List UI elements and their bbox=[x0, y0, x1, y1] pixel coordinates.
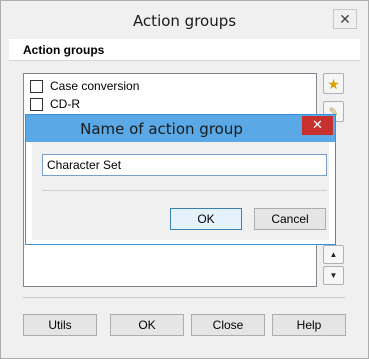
dialog-separator bbox=[42, 190, 327, 191]
close-icon[interactable]: ✕ bbox=[333, 9, 357, 29]
ok-button[interactable]: OK bbox=[110, 314, 184, 336]
window-title: Action groups bbox=[132, 12, 237, 30]
dialog-ok-button[interactable]: OK bbox=[170, 208, 242, 230]
checkbox[interactable] bbox=[30, 97, 43, 111]
dialog-titlebar: Name of action group ✕ bbox=[26, 115, 335, 142]
name-dialog: Name of action group ✕ OK Cancel bbox=[25, 114, 336, 245]
arrow-down-icon: ▼ bbox=[329, 271, 338, 280]
dialog-title: Name of action group bbox=[80, 120, 243, 138]
window-titlebar: Action groups ✕ bbox=[1, 1, 368, 39]
dialog-cancel-button[interactable]: Cancel bbox=[254, 208, 326, 230]
list-item-label: CD-R bbox=[50, 97, 80, 111]
arrow-up-icon: ▲ bbox=[329, 250, 338, 259]
move-up-button[interactable]: ▲ bbox=[323, 245, 344, 264]
close-button[interactable]: Close bbox=[191, 314, 265, 336]
list-item[interactable]: CD-R bbox=[30, 96, 80, 112]
star-icon: ★ bbox=[327, 75, 340, 92]
checkbox[interactable] bbox=[30, 79, 43, 93]
move-down-button[interactable]: ▼ bbox=[323, 266, 344, 285]
header-strip: Action groups bbox=[9, 39, 360, 61]
dialog-body: OK Cancel bbox=[32, 142, 329, 240]
section-heading: Action groups bbox=[23, 43, 105, 57]
list-item-label: Case conversion bbox=[50, 79, 140, 93]
separator bbox=[23, 297, 345, 298]
dialog-close-icon[interactable]: ✕ bbox=[302, 116, 333, 135]
utils-button[interactable]: Utils bbox=[23, 314, 97, 336]
list-item[interactable]: Case conversion bbox=[30, 78, 139, 94]
help-button[interactable]: Help bbox=[272, 314, 346, 336]
group-name-input[interactable] bbox=[42, 154, 327, 176]
new-group-button[interactable]: ★ bbox=[323, 73, 344, 94]
